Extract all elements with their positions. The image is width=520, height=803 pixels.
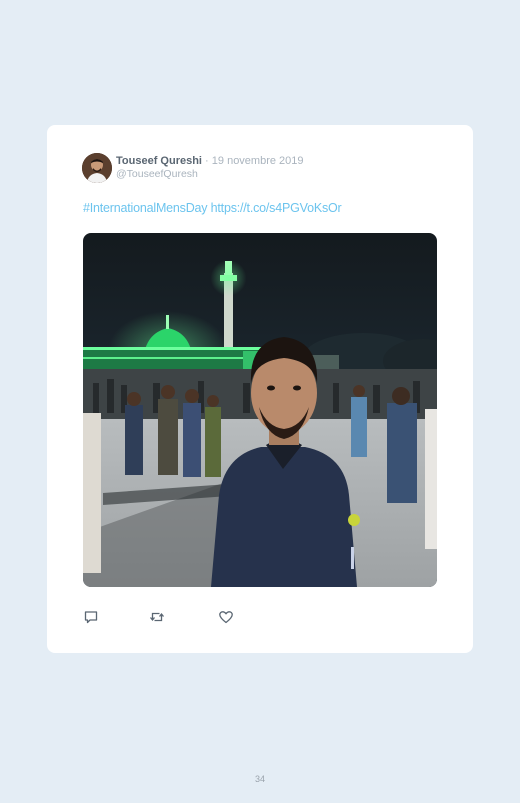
tweet-text: #InternationalMensDay https://t.co/s4PGV… xyxy=(83,200,342,216)
tweet-author-line: Touseef Qureshi · 19 novembre 2019 xyxy=(116,154,304,168)
tweet-actions xyxy=(83,609,383,625)
tweet-date[interactable]: 19 novembre 2019 xyxy=(212,155,304,167)
retweet-icon[interactable] xyxy=(149,609,165,625)
tweet-url-link[interactable]: https://t.co/s4PGVoKsOr xyxy=(211,201,342,215)
page-number: 34 xyxy=(254,774,265,784)
author-handle[interactable]: @TouseefQuresh xyxy=(116,168,198,181)
meta-separator: · xyxy=(205,155,209,167)
tweet-card: Touseef Qureshi · 19 novembre 2019 @Tous… xyxy=(47,125,473,653)
author-name[interactable]: Touseef Qureshi xyxy=(116,155,202,167)
reply-icon[interactable] xyxy=(83,609,99,625)
tweet-photo[interactable] xyxy=(83,233,437,587)
hashtag-link[interactable]: #InternationalMensDay xyxy=(83,201,208,215)
heart-icon[interactable] xyxy=(218,609,234,625)
author-avatar[interactable] xyxy=(82,153,112,183)
